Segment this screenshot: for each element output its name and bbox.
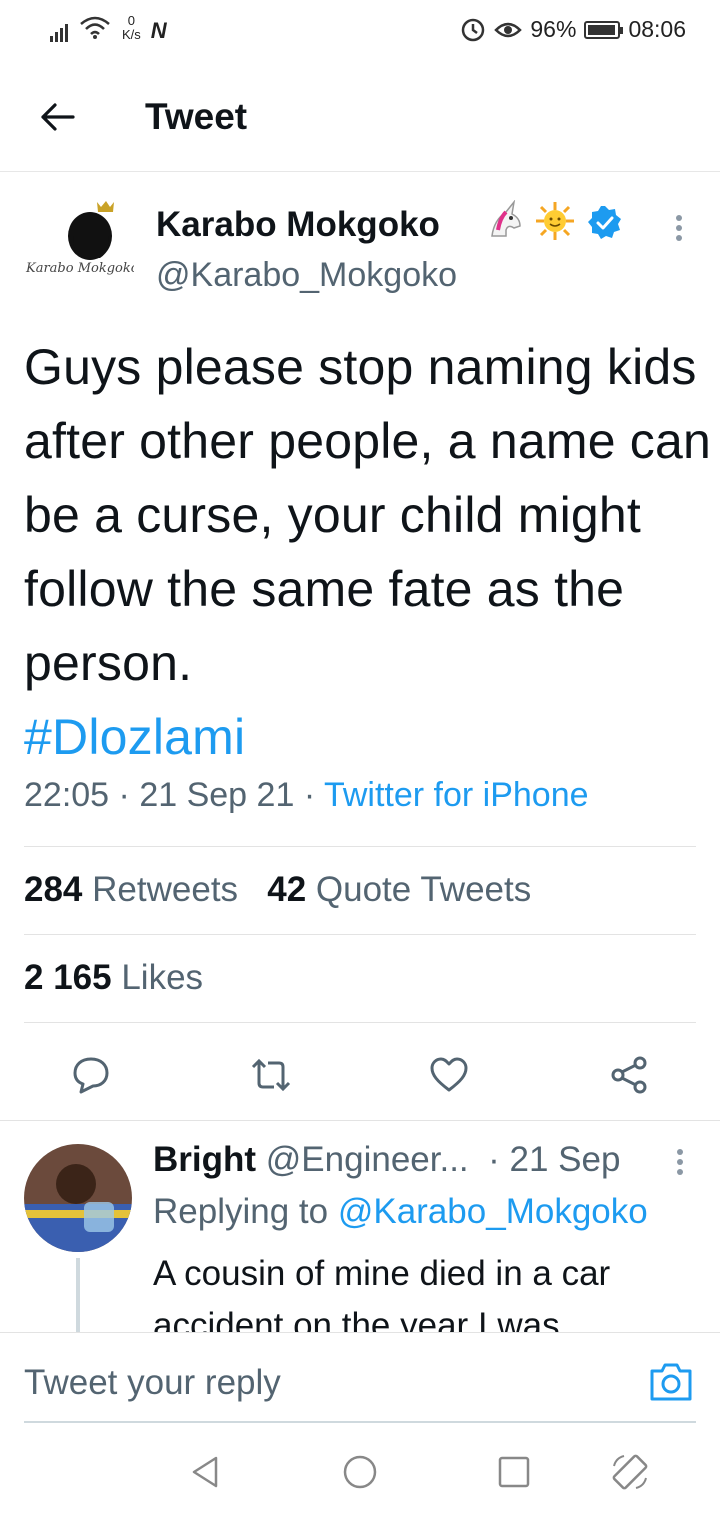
reply-author-name[interactable]: Bright [153, 1140, 256, 1179]
top-app-bar: Tweet [0, 62, 720, 172]
divider [0, 1120, 720, 1121]
nfc-icon: N [150, 18, 167, 43]
author-handle[interactable]: @Karabo_Mokgoko [156, 256, 457, 295]
replying-prefix: Replying to [153, 1192, 329, 1231]
retweet-stats: 284 Retweets 42 Quote Tweets [24, 870, 531, 910]
input-underline [24, 1421, 696, 1423]
more-options-icon[interactable] [664, 208, 694, 248]
tweet-source-link[interactable]: Twitter for iPhone [324, 776, 589, 814]
arrow-left-icon [41, 103, 75, 131]
retweet-button[interactable] [246, 1050, 296, 1100]
tweet-actions [0, 1046, 720, 1106]
clock: 08:06 [628, 16, 686, 42]
retweets-count: 284 [24, 870, 83, 909]
tweet-text: Guys please stop naming kids after other… [24, 330, 714, 774]
author-name[interactable]: Karabo Mokgoko [156, 205, 440, 245]
tweet-meta: 22:05 · 21 Sep 21 · Twitter for iPhone [24, 776, 589, 814]
retweets-link[interactable]: 284 Retweets [24, 870, 238, 909]
divider [24, 846, 696, 847]
system-nav-bar [0, 1424, 720, 1520]
heart-icon [430, 1057, 468, 1092]
reply-avatar[interactable] [24, 1144, 132, 1252]
reply-text: A cousin of mine died in a car accident … [153, 1254, 611, 1334]
network-speed: 0 K/s [122, 13, 141, 42]
hashtag-link[interactable]: #Dlozlami [24, 700, 714, 774]
wifi-icon [80, 16, 110, 39]
nav-home-icon[interactable] [340, 1452, 380, 1492]
quotes-count: 42 [267, 870, 307, 909]
back-button[interactable] [32, 92, 82, 142]
battery-percent: 96% [530, 16, 577, 42]
reply-date: · 21 Sep [488, 1140, 621, 1179]
likes-link[interactable]: 2 165 Likes [24, 958, 203, 998]
verified-badge-icon [588, 206, 621, 239]
unicorn-emoji-icon [491, 200, 521, 237]
tweet-time: 22:05 [24, 776, 110, 814]
status-bar: 0 K/s N 96% 08:06 [0, 0, 720, 62]
reply-composer: Tweet your reply [0, 1332, 720, 1424]
tweet-body: Guys please stop naming kids after other… [24, 339, 712, 691]
divider [24, 1022, 696, 1023]
eye-icon [494, 22, 523, 37]
camera-icon[interactable] [648, 1359, 694, 1403]
reply-more-options-icon[interactable] [668, 1144, 692, 1180]
page-title: Tweet [145, 96, 248, 137]
divider [24, 934, 696, 935]
nav-recents-icon[interactable] [494, 1452, 534, 1492]
reply-author-handle[interactable]: @Engineer... [266, 1140, 469, 1179]
likes-label: Likes [121, 958, 204, 997]
quotes-label: Quote Tweets [315, 870, 532, 909]
thread-line [76, 1258, 80, 1338]
replying-to: Replying to @Karabo_Mokgoko [153, 1192, 648, 1232]
reply-header: Bright @Engineer... · 21 Sep [153, 1140, 620, 1180]
rotate-screen-icon[interactable] [610, 1452, 650, 1492]
like-button[interactable] [424, 1050, 474, 1100]
share-button[interactable] [604, 1050, 654, 1100]
sun-emoji-icon [536, 202, 574, 240]
comment-icon [73, 1057, 109, 1094]
signal-icon [50, 18, 68, 42]
share-icon [611, 1056, 647, 1094]
nav-back-icon[interactable] [186, 1452, 226, 1492]
battery-icon [584, 20, 624, 39]
reply-button[interactable] [66, 1050, 116, 1100]
author-avatar[interactable]: Karabo Mokgoko [24, 196, 139, 286]
retweets-label: Retweets [92, 870, 239, 909]
likes-count: 2 165 [24, 958, 112, 997]
tweet-date: 21 Sep 21 [139, 776, 295, 814]
quotes-link[interactable]: 42 Quote Tweets [267, 870, 531, 909]
svg-text:Karabo Mokgoko: Karabo Mokgoko [25, 261, 134, 276]
retweet-icon [251, 1058, 291, 1092]
alarm-icon [462, 18, 485, 41]
reply-input[interactable]: Tweet your reply [24, 1363, 281, 1403]
replying-to-link[interactable]: @Karabo_Mokgoko [338, 1192, 648, 1231]
